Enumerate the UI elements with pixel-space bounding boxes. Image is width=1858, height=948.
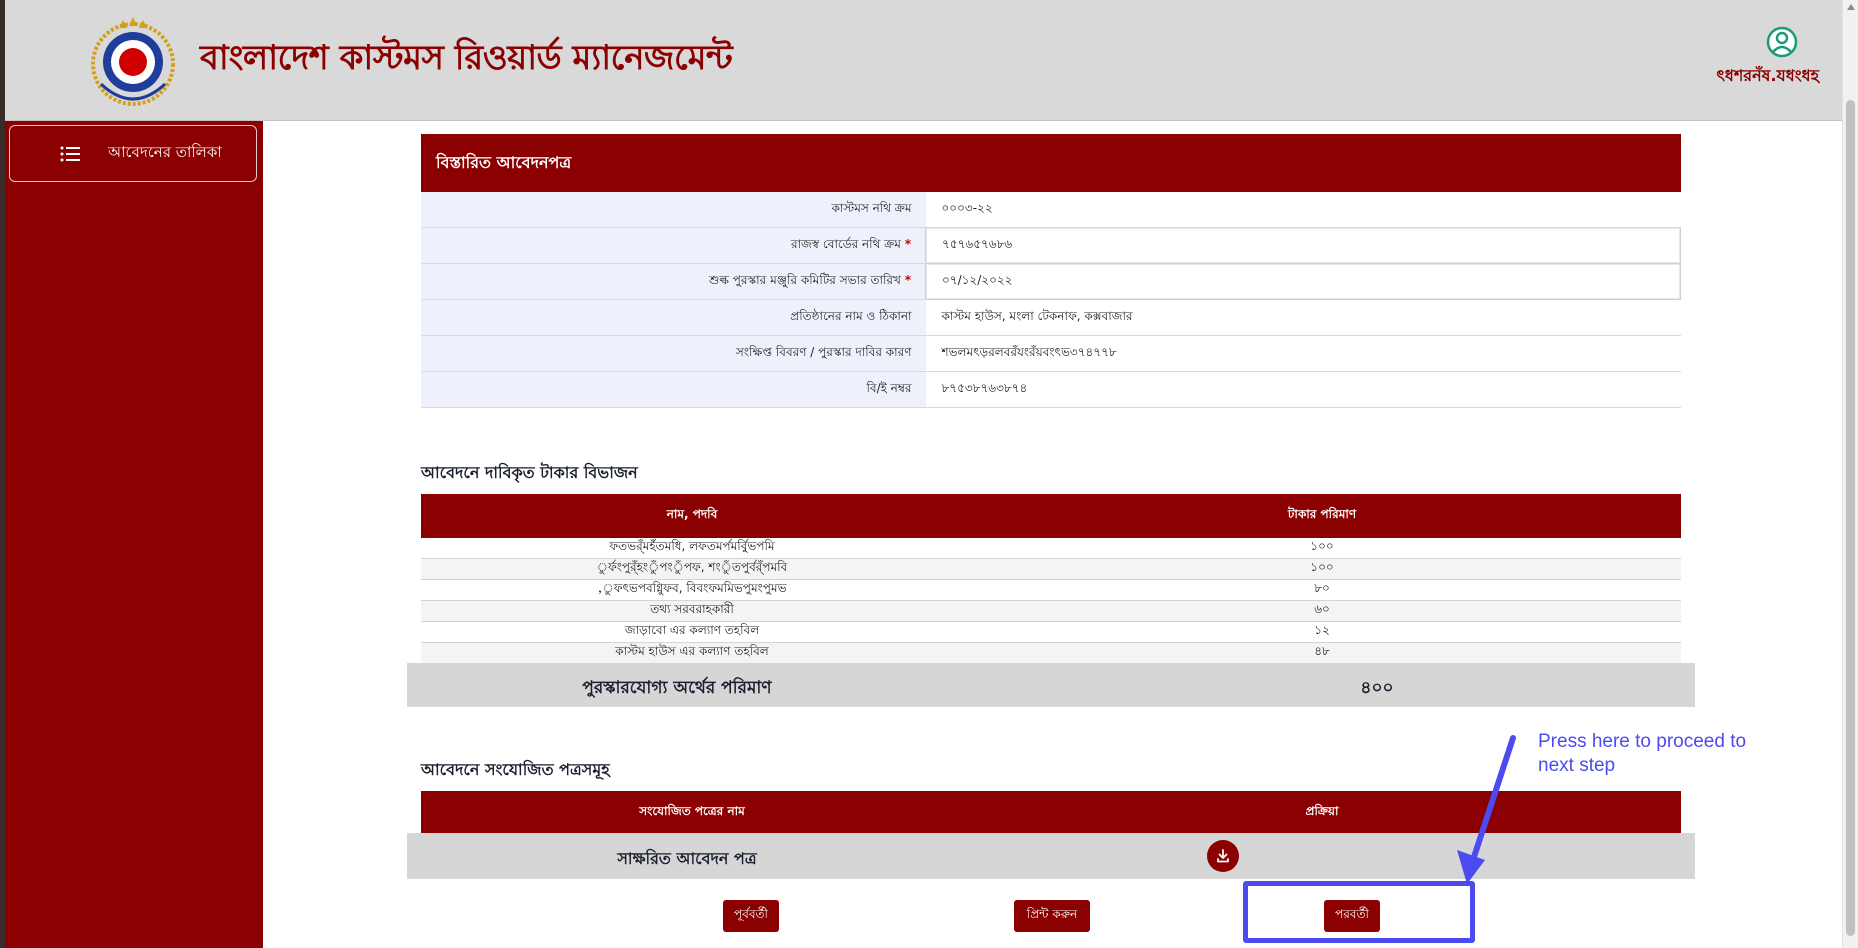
- column-header-action: প্রক্রিয়া: [963, 791, 1681, 835]
- attachment-name: সাক্ষরিত আবেদন পত্র: [617, 849, 757, 868]
- payee-amount: ১০০: [963, 558, 1681, 580]
- payee-name: তথ্য সরবরাহকারী: [421, 600, 963, 622]
- details-row: রাজস্ব বোর্ডের নথি ক্রম * ৭৫৭৬৫৭৬৮৬: [421, 227, 1681, 264]
- payee-name: জাড়াবো এর কল্যাণ তহবিল: [421, 621, 963, 643]
- required-marker: *: [904, 236, 911, 251]
- total-row: পুরস্কারযোগ্য অর্থের পরিমাণ ৪০০: [407, 663, 1695, 707]
- table-row: ,ুফৎভপবগ্নিুফব, বিবংফমমিভপুমংপুমভ ৮০: [421, 579, 1681, 601]
- customs-logo: [91, 17, 175, 106]
- field-label: বি/ই নম্বর: [421, 371, 926, 408]
- payee-amount: ৪৮: [963, 642, 1681, 664]
- details-table: কাস্টমস নথি ক্রম ০০০৩-২২ রাজস্ব বোর্ডের …: [421, 192, 1681, 408]
- annotation-highlight-box: [1243, 881, 1475, 943]
- payee-amount: ৮০: [963, 579, 1681, 601]
- revenue-board-file-number-field[interactable]: ৭৫৭৬৫৭৬৮৬: [925, 227, 1681, 264]
- table-row: জাড়াবো এর কল্যাণ তহবিল ১২: [421, 621, 1681, 643]
- total-value: ৪০০: [1360, 678, 1394, 698]
- top-header: বাংলাদেশ কাস্টমস রিওয়ার্ড ম্যানেজমেন্ট …: [5, 0, 1843, 121]
- scroll-up-arrow-icon[interactable]: [1847, 4, 1855, 10]
- organization-address: কাস্টম হাউস, মংলা টেকনাফ, কক্সবাজার: [925, 299, 1681, 336]
- details-heading: বিস্তারিত আবেদনপত্র: [421, 134, 1681, 192]
- field-label: শুল্ক পুরস্কার মঞ্জুরি কমিটির সভার তারিখ…: [421, 263, 926, 300]
- app-title: বাংলাদেশ কাস্টমস রিওয়ার্ড ম্যানেজমেন্ট: [200, 38, 733, 78]
- attachments-title: আবেদনে সংযোজিত পত্রসমূহ: [421, 760, 610, 779]
- column-header-amount: টাকার পরিমাণ: [963, 494, 1681, 538]
- annotation-text: Press here to proceed to next step: [1538, 731, 1747, 776]
- distribution-header-row: নাম, পদবি টাকার পরিমাণ: [421, 494, 1681, 538]
- table-row: তথ্য সরবরাহকারী ৬০: [421, 600, 1681, 622]
- field-label: কাস্টমস নথি ক্রম: [421, 192, 926, 228]
- details-row: শুল্ক পুরস্কার মঞ্জুরি কমিটির সভার তারিখ…: [421, 263, 1681, 300]
- details-row: সংক্ষিপ্ত বিবরণ / পুরস্কার দাবির কারণ শভ…: [421, 335, 1681, 372]
- total-label: পুরস্কারযোগ্য অর্থের পরিমাণ: [582, 678, 772, 698]
- previous-button[interactable]: পূর্ববর্তী: [723, 900, 779, 932]
- sidebar-item-label: আবেদনের তালিকা: [108, 143, 222, 161]
- table-row: ফতভর্ঁমর্হঁতমধি, লফতমর্পমর্বিুভপমি ১০০: [421, 538, 1681, 559]
- payee-amount: ১২: [963, 621, 1681, 643]
- committee-meeting-date-field[interactable]: ০৭/১২/২০২২: [925, 263, 1681, 300]
- list-icon: [60, 146, 80, 161]
- payee-amount: ৬০: [963, 600, 1681, 622]
- field-label: রাজস্ব বোর্ডের নথি ক্রম *: [421, 227, 926, 264]
- payee-name: ুর্ফংপুর্ঁহংুঁপংুঁপফ, শংুঁতপুর্বর্ঁপমবি: [421, 558, 963, 580]
- column-header-attachment-name: সংযোজিত পত্রের নাম: [421, 791, 963, 835]
- print-button[interactable]: প্রিন্ট করুন: [1014, 900, 1090, 932]
- field-label: সংক্ষিপ্ত বিবরণ / পুরস্কার দাবির কারণ: [421, 335, 926, 372]
- download-icon: [1217, 849, 1229, 863]
- customs-file-number: ০০০৩-২২: [925, 192, 1681, 228]
- payee-name: কাস্টম হাউস এর কল্যাণ তহবিল: [421, 642, 963, 664]
- table-row: ুর্ফংপুর্ঁহংুঁপংুঁপফ, শংুঁতপুর্বর্ঁপমবি …: [421, 558, 1681, 580]
- download-button[interactable]: [1207, 840, 1239, 872]
- details-row: বি/ই নম্বর ৮৭৫৩৮৭৬৩৮৭৪: [421, 371, 1681, 408]
- distribution-table: নাম, পদবি টাকার পরিমাণ ফতভর্ঁমর্হঁতমধি, …: [421, 494, 1681, 664]
- claim-reason: শভলমৎড়রলবরঁযংরঁয়বংৎভ৩৭৪৭৭৮: [925, 335, 1681, 372]
- user-name[interactable]: ৎধশরনঁষ.যধংধহ: [1716, 63, 1819, 90]
- table-row: কাস্টম হাউস এর কল্যাণ তহবিল ৪৮: [421, 642, 1681, 664]
- payee-name: ফতভর্ঁমর্হঁতমধি, লফতমর্পমর্বিুভপমি: [421, 538, 963, 559]
- page-scrollbar[interactable]: [1842, 0, 1858, 948]
- distribution-title: আবেদনে দাবিকৃত টাকার বিভাজন: [421, 463, 638, 482]
- field-label: প্রতিষ্ঠানের নাম ও ঠিকানা: [421, 299, 926, 336]
- payee-amount: ১০০: [963, 538, 1681, 559]
- main-content: বিস্তারিত আবেদনপত্র কাস্টমস নথি ক্রম ০০০…: [263, 121, 1843, 948]
- sidebar-item-application-list[interactable]: আবেদনের তালিকা: [9, 125, 257, 182]
- required-marker: *: [904, 272, 911, 287]
- sidebar: আবেদনের তালিকা: [5, 121, 263, 948]
- user-avatar-icon[interactable]: [1766, 26, 1798, 58]
- column-header-name: নাম, পদবি: [421, 494, 963, 538]
- details-row: প্রতিষ্ঠানের নাম ও ঠিকানা কাস্টম হাউস, ম…: [421, 299, 1681, 336]
- scroll-thumb[interactable]: [1846, 100, 1855, 936]
- annotation-arrow-icon: [1457, 735, 1516, 884]
- payee-name: ,ুফৎভপবগ্নিুফব, বিবংফমমিভপুমংপুমভ: [421, 579, 963, 601]
- be-number: ৮৭৫৩৮৭৬৩৮৭৪: [925, 371, 1681, 408]
- details-row: কাস্টমস নথি ক্রম ০০০৩-২২: [421, 192, 1681, 228]
